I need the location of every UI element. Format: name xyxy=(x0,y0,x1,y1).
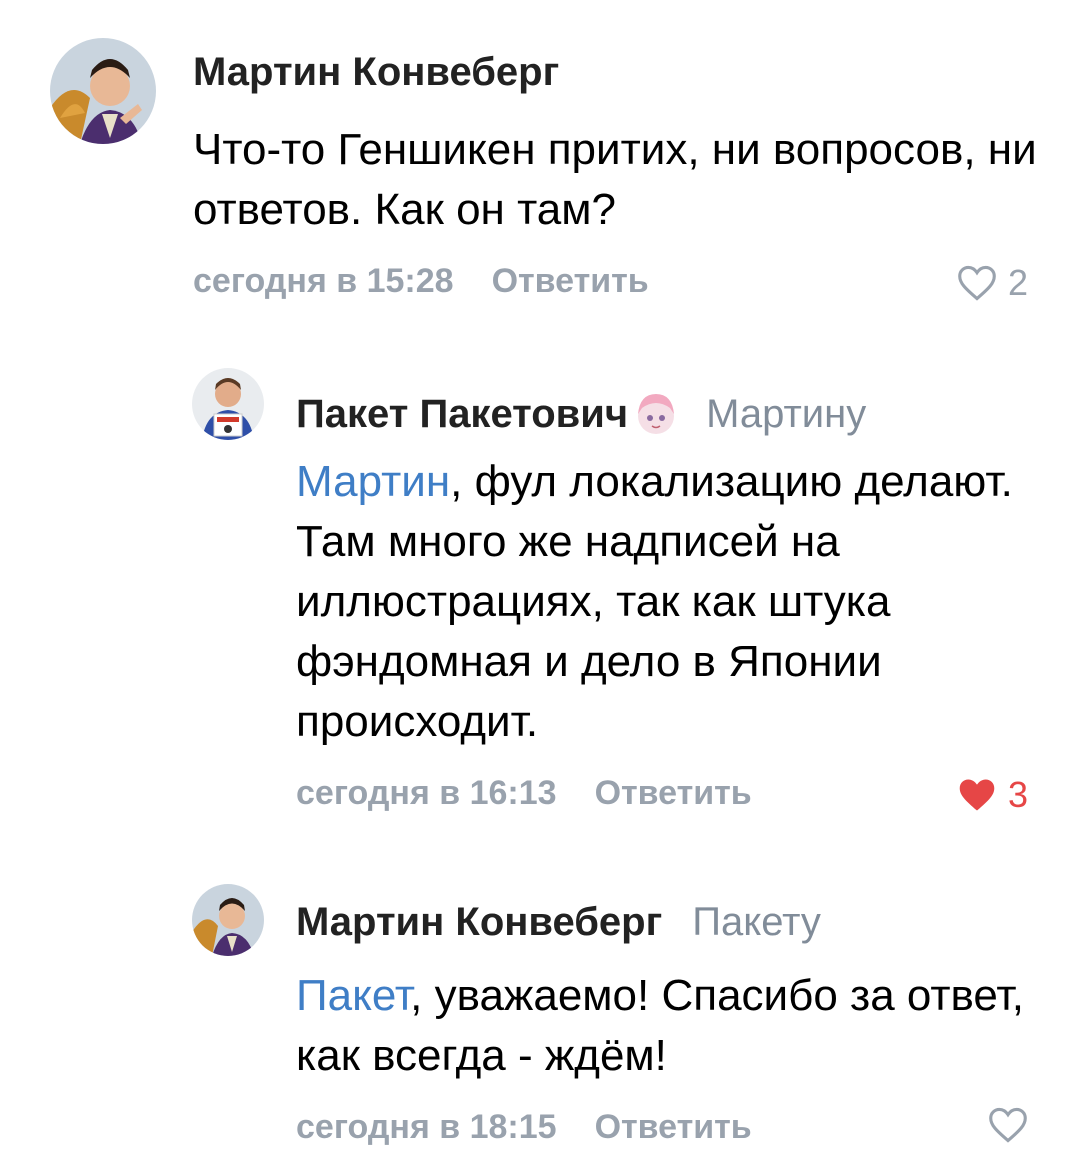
comment-author: Мартин Конвеберг Пакету xyxy=(296,900,821,945)
comment-text: Пакет, уважаемо! Спасибо за ответ, как в… xyxy=(296,966,1036,1086)
avatar[interactable] xyxy=(192,368,264,440)
mention-link[interactable]: Пакет xyxy=(296,971,410,1020)
comment-time: сегодня в 15:28 xyxy=(193,262,454,300)
avatar[interactable] xyxy=(50,38,156,144)
reply-button[interactable]: Ответить xyxy=(492,262,649,300)
reply-to[interactable]: Мартину xyxy=(706,392,866,437)
avatar-image xyxy=(50,38,156,144)
comment-meta: сегодня в 16:13 Ответить xyxy=(296,774,752,813)
comment-3: Мартин Конвеберг Пакету Пакет, уважаемо! … xyxy=(0,850,1079,1169)
comment-text: Что-то Геншикен притих, ни вопросов, ни … xyxy=(193,120,1043,240)
avatar-image xyxy=(192,368,264,440)
comment-author[interactable]: Мартин Конвеберг xyxy=(193,50,559,95)
reply-button[interactable]: Ответить xyxy=(595,1108,752,1146)
comment-author: Пакет Пакетович Мартину xyxy=(296,388,866,440)
anime-girl-badge-icon xyxy=(638,394,675,434)
like-count: 3 xyxy=(1008,774,1029,815)
comment-1: Мартин Конвеберг Что-то Геншикен притих,… xyxy=(0,0,1079,330)
like-button[interactable]: 3 xyxy=(956,774,1028,816)
comment-meta: сегодня в 18:15 Ответить xyxy=(296,1108,752,1147)
author-name[interactable]: Мартин Конвеберг xyxy=(296,900,662,944)
heart-outline-icon xyxy=(958,265,996,301)
comment-body: Что-то Геншикен притих, ни вопросов, ни … xyxy=(193,125,1037,234)
like-button[interactable]: 2 xyxy=(956,262,1028,304)
author-name[interactable]: Мартин Конвеберг xyxy=(193,50,559,94)
reply-button[interactable]: Ответить xyxy=(595,774,752,812)
avatar-image xyxy=(192,884,264,956)
comment-2: Пакет Пакетович Мартину Мартин, фул лока… xyxy=(0,330,1079,830)
author-name[interactable]: Пакет Пакетович xyxy=(296,392,628,437)
like-button[interactable] xyxy=(987,1106,1029,1144)
heart-outline-icon xyxy=(989,1107,1027,1143)
heart-filled-icon xyxy=(959,779,995,811)
comment-meta: сегодня в 15:28 Ответить xyxy=(193,262,649,301)
like-count: 2 xyxy=(1008,262,1029,303)
reply-to[interactable]: Пакету xyxy=(692,900,821,944)
mention-link[interactable]: Мартин xyxy=(296,457,450,506)
comment-text: Мартин, фул локализацию делают. Там мног… xyxy=(296,452,1016,752)
comment-time: сегодня в 18:15 xyxy=(296,1108,557,1146)
comment-time: сегодня в 16:13 xyxy=(296,774,557,812)
avatar[interactable] xyxy=(192,884,264,956)
